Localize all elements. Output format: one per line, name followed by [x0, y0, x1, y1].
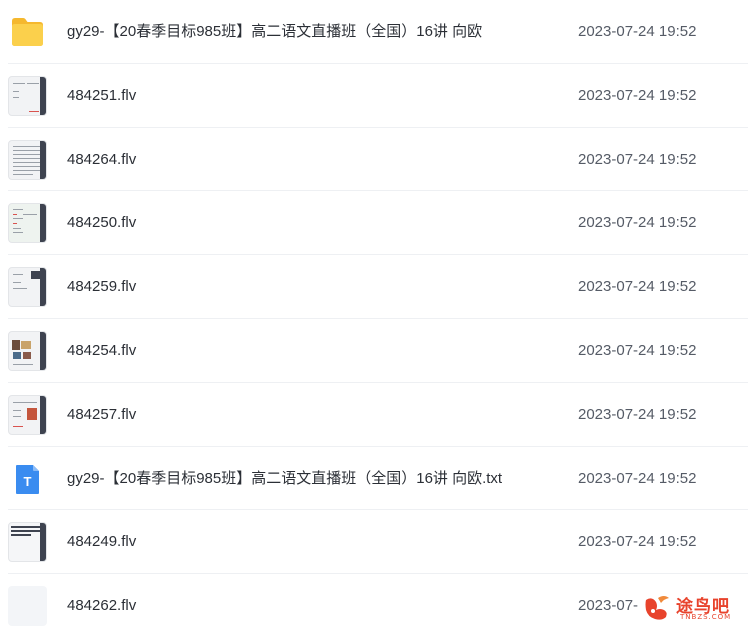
video-thumbnail	[8, 75, 47, 116]
file-row[interactable]: gy29-【20春季目标985班】高二语文直播班（全国）16讲 向欧 2023-…	[8, 0, 748, 64]
file-date: 2023-07-24 19:52	[578, 150, 697, 168]
file-row[interactable]: 484251.flv 2023-07-24 19:52	[8, 64, 748, 128]
file-date: 2023-07-24 19:52	[578, 23, 697, 40]
file-name[interactable]: gy29-【20春季目标985班】高二语文直播班（全国）16讲 向欧.txt	[67, 447, 502, 510]
video-thumbnail	[8, 139, 47, 180]
file-row[interactable]: 484259.flv 2023-07-24 19:52	[8, 255, 748, 319]
watermark-logo: 途鸟吧 TNBZS.COM	[642, 590, 740, 624]
file-name[interactable]: 484257.flv	[67, 383, 136, 446]
file-list: gy29-【20春季目标985班】高二语文直播班（全国）16讲 向欧 2023-…	[0, 0, 748, 638]
file-date: 2023-07-24 19:52	[578, 86, 697, 104]
file-name[interactable]: 484250.flv	[67, 191, 136, 254]
file-row[interactable]: 484262.flv 2023-07-	[8, 574, 748, 638]
file-name[interactable]: gy29-【20春季目标985班】高二语文直播班（全国）16讲 向欧	[67, 0, 482, 63]
folder-icon	[8, 12, 47, 52]
video-thumbnail	[8, 330, 47, 371]
file-row[interactable]: 484249.flv 2023-07-24 19:52	[8, 510, 748, 575]
video-thumbnail	[8, 203, 47, 244]
file-row[interactable]: 484257.flv 2023-07-24 19:52	[8, 383, 748, 447]
file-row[interactable]: 484264.flv 2023-07-24 19:52	[8, 128, 748, 192]
file-date: 2023-07-24 19:52	[578, 405, 697, 423]
text-file-icon: T	[8, 459, 47, 499]
file-name[interactable]: 484259.flv	[67, 255, 136, 318]
video-thumbnail	[8, 267, 47, 308]
file-name[interactable]: 484249.flv	[67, 510, 136, 573]
file-name[interactable]: 484254.flv	[67, 319, 136, 382]
file-row[interactable]: 484250.flv 2023-07-24 19:52	[8, 191, 748, 256]
video-thumbnail	[8, 394, 47, 435]
file-row[interactable]: T gy29-【20春季目标985班】高二语文直播班（全国）16讲 向欧.txt…	[8, 447, 748, 511]
video-thumbnail	[8, 522, 47, 563]
file-date: 2023-07-24 19:52	[578, 341, 697, 359]
file-date: 2023-07-24 19:52	[578, 469, 697, 487]
svg-text:T: T	[24, 474, 32, 489]
bird-logo-icon	[645, 596, 669, 620]
file-name[interactable]: 484251.flv	[67, 64, 136, 127]
file-date: 2023-07-24 19:52	[578, 278, 697, 296]
file-name[interactable]: 484264.flv	[67, 128, 136, 191]
watermark-subtext: TNBZS.COM	[680, 613, 732, 621]
file-date: 2023-07-24 19:52	[578, 533, 697, 551]
file-row[interactable]: 484254.flv 2023-07-24 19:52	[8, 319, 748, 383]
file-date: 2023-07-24 19:52	[578, 214, 697, 232]
video-thumbnail	[8, 586, 47, 627]
